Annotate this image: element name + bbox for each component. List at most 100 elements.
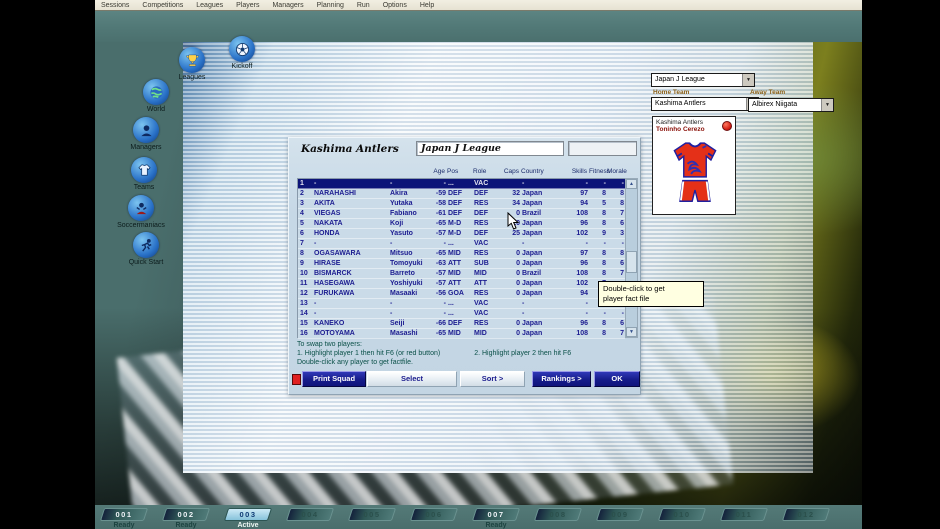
chevron-down-icon[interactable]: ▼ xyxy=(742,74,754,86)
table-row-vacant[interactable]: 13---...VAC---- xyxy=(298,299,625,309)
scroll-down-icon[interactable]: ▼ xyxy=(626,327,637,337)
scrollbar-thumb[interactable] xyxy=(626,251,637,273)
column-header-fitness[interactable]: Fitness xyxy=(589,166,610,177)
table-row[interactable]: 4 VIEGAS Fabiano -61 DEF DEF 0 Brazil 108 8 7 xyxy=(298,209,625,219)
column-header-caps[interactable]: Caps xyxy=(501,166,521,177)
menu-planning[interactable]: Planning xyxy=(317,0,344,11)
cell-country: Japan xyxy=(522,330,543,337)
select-button[interactable]: Select xyxy=(367,371,457,387)
chevron-down-icon[interactable]: ▼ xyxy=(821,99,833,111)
league-select-value: Japan J League xyxy=(655,76,705,83)
session-tab-number: 004 xyxy=(301,510,319,519)
table-row[interactable]: 5 NAKATA Koji -65 M-D RES 20 Japan 96 8 6 xyxy=(298,219,625,229)
session-tab-005[interactable]: 005 xyxy=(347,508,397,521)
session-tab-003[interactable]: 003 xyxy=(223,508,273,521)
session-state-label: Ready xyxy=(485,522,507,529)
cell-fitness: 8 xyxy=(602,260,606,267)
cell-fitness: 8 xyxy=(602,190,606,197)
cell-pos: DEF xyxy=(448,200,462,207)
table-row[interactable]: 3 AKITA Yutaka -58 DEF RES 34 Japan 94 5 8 xyxy=(298,199,625,209)
cell-pos: MID xyxy=(448,250,461,257)
cell-country: Japan xyxy=(522,280,543,287)
table-row[interactable]: 16 MOTOYAMA Masashi -65 MID MID 0 Japan 108 8 7 xyxy=(298,329,625,339)
cell-age: -56 xyxy=(435,290,446,297)
column-header-country[interactable]: Country xyxy=(521,166,561,177)
red-ball-icon[interactable] xyxy=(722,121,732,131)
desktop-icon-quick_start[interactable]: Quick Start xyxy=(111,232,181,266)
session-tab-004[interactable]: 004 xyxy=(285,508,335,521)
session-tab-001[interactable]: 001 xyxy=(99,508,149,521)
menu-run[interactable]: Run xyxy=(357,0,370,11)
cell-caps: 0 xyxy=(516,210,520,217)
table-row-vacant[interactable]: 1 - - -... VAC - - - - xyxy=(298,179,625,189)
print-squad-button[interactable]: Print Squad xyxy=(302,371,366,387)
swap-instructions: To swap two players: 1. Highlight player… xyxy=(297,340,571,367)
red-button-icon[interactable] xyxy=(292,374,301,385)
session-tab-number: 005 xyxy=(363,510,381,519)
table-row[interactable]: 8 OGASAWARA Mitsuo -65 MID RES 0 Japan 97 8 8 xyxy=(298,249,625,259)
ok-button[interactable]: OK xyxy=(594,371,640,387)
desktop-icon-soccermaniacs[interactable]: Soccermaniacs xyxy=(106,195,176,229)
session-tab-010[interactable]: 010 xyxy=(657,508,707,521)
window-empty-box[interactable] xyxy=(568,141,637,156)
cell-caps: 34 xyxy=(512,200,520,207)
column-header-morale[interactable]: Morale xyxy=(607,166,627,177)
menu-help[interactable]: Help xyxy=(420,0,434,11)
table-row[interactable]: 2 NARAHASHI Akira -59 DEF DEF 32 Japan 97 8 8 xyxy=(298,189,625,199)
desktop-icon-kickoff[interactable]: Kickoff xyxy=(207,36,277,70)
cell-forename: Yutaka xyxy=(390,200,413,207)
cell-surname: HONDA xyxy=(314,230,340,237)
table-row[interactable]: 15 KANEKO Seiji -66 DEF RES 0 Japan 96 8 6 xyxy=(298,319,625,329)
squad-window: Kashima Antlers Japan J League Age Pos Rol… xyxy=(288,137,641,395)
window-league-box[interactable]: Japan J League xyxy=(416,141,564,156)
cell-country: Brazil xyxy=(522,210,542,217)
cell-skills: - xyxy=(585,180,588,187)
table-row-vacant[interactable]: 14- - -... VAC - - - - xyxy=(298,309,625,319)
column-header-role[interactable]: Role xyxy=(473,166,501,177)
cell-country: Japan xyxy=(522,320,543,327)
menu-players[interactable]: Players xyxy=(236,0,259,11)
home-team-select[interactable]: Kashima Antlers ▼ xyxy=(651,97,759,111)
rankings-button[interactable]: Rankings > xyxy=(532,371,591,387)
cell-morale: 6 xyxy=(620,320,624,327)
session-tab-009[interactable]: 009 xyxy=(595,508,645,521)
desktop-icon-teams[interactable]: Teams xyxy=(109,157,179,191)
session-tab-002[interactable]: 002 xyxy=(161,508,211,521)
session-tab-008[interactable]: 008 xyxy=(533,508,583,521)
menu-competitions[interactable]: Competitions xyxy=(142,0,183,11)
table-scrollbar[interactable]: ▲ ▼ xyxy=(625,178,638,338)
table-row[interactable]: 10 BISMARCK Barreto -57 MID MID 0 Brazil 108 8 7 xyxy=(298,269,625,279)
cell-surname: NARAHASHI xyxy=(314,190,356,197)
table-row-vacant[interactable]: 7 - - -... VAC - - - - xyxy=(298,239,625,249)
column-header-skills[interactable]: Skills xyxy=(561,166,589,177)
session-tab-011[interactable]: 011 xyxy=(719,508,769,521)
cell-pos: DEF xyxy=(448,190,462,197)
cell-skills: - xyxy=(585,310,588,317)
table-row[interactable]: 6 HONDA Yasuto -57 M-D DEF 25 Japan 102 9 3 xyxy=(298,229,625,239)
league-select[interactable]: Japan J League ▼ xyxy=(651,73,755,87)
column-header-pos[interactable]: Pos xyxy=(447,166,473,177)
cell-n: 3 xyxy=(300,200,304,207)
scroll-up-icon[interactable]: ▲ xyxy=(626,179,637,189)
sort-button[interactable]: Sort > xyxy=(460,371,525,387)
table-row[interactable]: 11HASEGAWAYoshiyuki-57ATTATT0Japan1027 xyxy=(298,279,625,289)
session-tab-012[interactable]: 012 xyxy=(781,508,831,521)
cell-skills: 94 xyxy=(580,200,588,207)
table-row[interactable]: 12FURUKAWAMasaaki-56GOARES0Japan9410 xyxy=(298,289,625,299)
desktop-icon-world[interactable]: World xyxy=(121,79,191,113)
column-header-age[interactable]: Age xyxy=(427,166,447,177)
cell-n: 8 xyxy=(300,250,304,257)
menu-leagues[interactable]: Leagues xyxy=(196,0,223,11)
menu-sessions[interactable]: Sessions xyxy=(101,0,129,11)
menu-options[interactable]: Options xyxy=(383,0,407,11)
away-team-select[interactable]: Albirex Niigata ▼ xyxy=(748,98,834,112)
menu-managers[interactable]: Managers xyxy=(272,0,303,11)
session-tab-007[interactable]: 007 xyxy=(471,508,521,521)
desktop-icon-managers[interactable]: Managers xyxy=(111,117,181,151)
soccer-ball-icon xyxy=(229,36,255,62)
cell-morale: - xyxy=(621,240,624,247)
session-tab-006[interactable]: 006 xyxy=(409,508,459,521)
table-row[interactable]: 9 HIRASE Tomoyuki -63 ATT SUB 0 Japan 96 8 6 xyxy=(298,259,625,269)
column-header-blank xyxy=(389,166,427,177)
cell-caps: 0 xyxy=(516,280,520,287)
